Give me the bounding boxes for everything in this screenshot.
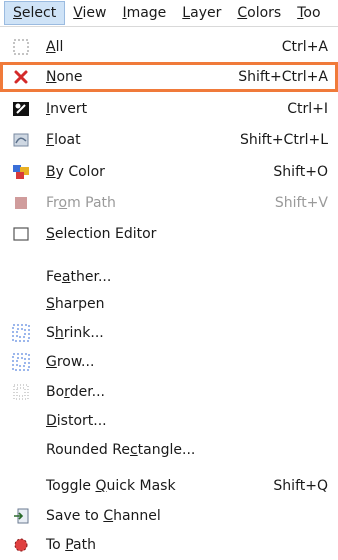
menu-item-label: Invert [46,101,88,117]
menu-item-shortcut: Shift+V [274,195,328,211]
menu-item-none[interactable]: None Shift+Ctrl+A [0,62,338,92]
menu-select[interactable]: Select [4,1,66,25]
menu-item-label: Grow... [46,354,95,370]
menu-label: mage [126,5,167,21]
menu-item-shortcut: Shift+Q [273,478,328,494]
menu-item-label: By Color [46,164,105,180]
menu-label: ayer [190,5,222,21]
menu-tools[interactable]: Too [289,0,328,26]
menu-item-shortcut: Shift+Ctrl+L [240,132,328,148]
menu-item-feather[interactable]: Feather... [0,262,338,292]
menu-mnemonic: S [13,5,22,21]
menu-item-grow[interactable]: Grow... [0,347,338,377]
menu-item-rounded-rectangle[interactable]: Rounded Rectangle... [0,435,338,465]
grow-icon [12,353,30,371]
select-all-icon [12,38,30,56]
menu-item-by-color[interactable]: By Color Shift+O [0,157,338,187]
menu-item-border[interactable]: Border... [0,377,338,407]
menu-item-label: Rounded Rectangle... [46,442,196,458]
menu-item-label: Feather... [46,269,112,285]
invert-icon [12,100,30,118]
menu-item-float[interactable]: Float Shift+Ctrl+L [0,125,338,155]
menu-label: iew [82,5,107,21]
menu-item-label: Float [46,132,81,148]
menu-item-shortcut: Ctrl+I [287,101,328,117]
menu-item-label: All [46,39,64,55]
menu-item-distort[interactable]: Distort... [0,406,338,436]
menu-item-shrink[interactable]: Shrink... [0,318,338,348]
save-to-channel-icon [12,507,30,525]
menu-item-selection-editor[interactable]: Selection Editor [0,219,338,249]
menu-item-label: Shrink... [46,325,104,341]
menu-label: oo [303,5,321,21]
menu-mnemonic: L [182,5,191,21]
menu-item-label: From Path [46,195,116,211]
shrink-icon [12,324,30,342]
float-icon [12,131,30,149]
menu-item-save-to-channel[interactable]: Save to Channel [0,501,338,531]
menu-item-label: To Path [46,537,96,553]
menu-layer[interactable]: Layer [174,0,229,26]
menu-item-shortcut: Shift+O [273,164,328,180]
menu-item-label: Sharpen [46,296,105,312]
menu-label: olors [247,5,282,21]
menu-label: elect [21,5,57,21]
to-path-icon [12,536,30,554]
by-color-icon [12,163,30,181]
menu-view[interactable]: View [65,0,114,26]
selection-editor-icon [12,225,30,243]
menu-item-all[interactable]: All Ctrl+A [0,32,338,62]
menu-item-from-path: From Path Shift+V [0,188,338,218]
menu-item-shortcut: Shift+Ctrl+A [238,69,328,85]
menu-item-shortcut: Ctrl+A [281,39,328,55]
menu-item-invert[interactable]: Invert Ctrl+I [0,94,338,124]
menu-image[interactable]: Image [114,0,174,26]
menu-bar: Select View Image Layer Colors Too [0,0,338,27]
menu-item-label: Selection Editor [46,226,157,242]
menu-item-label: Distort... [46,413,107,429]
menu-item-label: Border... [46,384,106,400]
menu-item-toggle-quick-mask[interactable]: Toggle Quick Mask Shift+Q [0,471,338,501]
from-path-icon [12,194,30,212]
menu-item-label: Toggle Quick Mask [46,478,176,494]
border-icon [12,383,30,401]
menu-item-label: Save to Channel [46,508,161,524]
menu-item-label: None [46,69,83,85]
menu-mnemonic: C [237,5,248,21]
select-none-icon [12,68,30,86]
menu-colors[interactable]: Colors [229,0,289,26]
menu-item-to-path[interactable]: To Path [0,530,338,560]
menu-item-sharpen[interactable]: Sharpen [0,289,338,319]
